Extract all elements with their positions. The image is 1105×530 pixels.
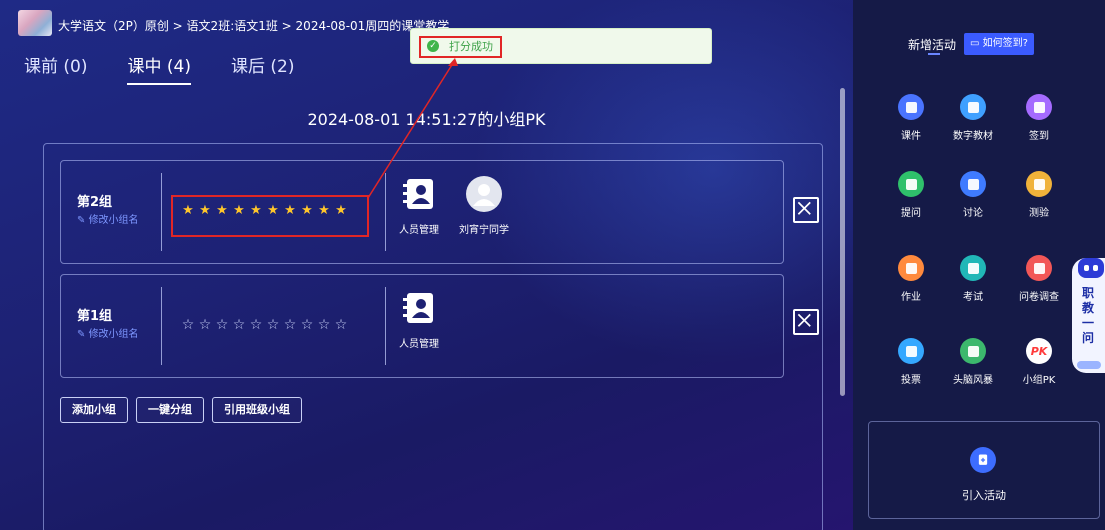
activity-pk[interactable]: PK 小组PK [1013, 338, 1065, 386]
pk-icon: PK [1026, 338, 1052, 364]
activity-label: 头脑风暴 [953, 375, 993, 386]
helper-label: 职教一问 [1082, 286, 1095, 345]
activity-label: 投票 [901, 375, 921, 386]
star-icon[interactable]: ☆ [317, 317, 331, 333]
quiz-icon [1026, 171, 1052, 197]
star-icon[interactable]: ☆ [198, 317, 212, 333]
robot-icon [1078, 258, 1104, 278]
tab-in-class[interactable]: 课中 (4) [127, 52, 192, 85]
group-card-1: 第1组 ✎ 修改小组名 ☆ ☆ ☆ ☆ ☆ ☆ ☆ ☆ ☆ ☆ 人员管理 [60, 274, 784, 378]
activity-discussion[interactable]: 讨论 [947, 171, 999, 219]
star-icon[interactable]: ☆ [300, 317, 314, 333]
highlight-box [171, 195, 369, 237]
activity-label: 测验 [1029, 208, 1049, 219]
rename-group-link[interactable]: ✎ 修改小组名 [77, 211, 139, 226]
star-icon[interactable]: ☆ [283, 317, 297, 333]
breadcrumb: 大学语文（2P）原创 > 语文2班:语文1班 > 2024-08-01周四的课堂… [18, 10, 449, 36]
course-thumbnail [18, 10, 52, 36]
activity-vote[interactable]: 投票 [885, 338, 937, 386]
import-activity-label: 引入活动 [962, 489, 1006, 502]
import-icon [970, 447, 996, 473]
tab-bar: 课前 (0) 课中 (4) 课后 (2) [24, 52, 334, 85]
question-icon [898, 171, 924, 197]
discussion-icon [960, 171, 986, 197]
activity-brainstorm[interactable]: 头脑风暴 [947, 338, 999, 386]
tab-post-class[interactable]: 课后 (2) [231, 52, 294, 77]
star-icon[interactable]: ☆ [334, 317, 348, 333]
group-actions: 添加小组 一键分组 引用班级小组 [60, 397, 302, 423]
activity-label: 小组PK [1022, 375, 1056, 386]
delete-group-button[interactable] [793, 309, 819, 335]
tab-pre-class[interactable]: 课前 (0) [24, 52, 87, 77]
activity-label: 提问 [901, 208, 921, 219]
how-to-checkin-button[interactable]: ▭ 如何签到? [964, 33, 1034, 55]
activity-digital-textbook[interactable]: 数字教材 [947, 94, 999, 142]
member-label: 人员管理 [399, 225, 439, 236]
activity-label: 考试 [963, 292, 983, 303]
star-icon[interactable]: ☆ [215, 317, 229, 333]
activity-label: 作业 [901, 292, 921, 303]
member-management[interactable]: 人员管理 [399, 175, 439, 236]
star-icon[interactable]: ☆ [266, 317, 280, 333]
activity-question[interactable]: 提问 [885, 171, 937, 219]
activity-label: 课件 [901, 131, 921, 142]
divider [161, 287, 162, 365]
add-group-button[interactable]: 添加小组 [60, 397, 128, 423]
star-icon[interactable]: ☆ [249, 317, 263, 333]
pk-title: 2024-08-01 14:51:27的小组PK [307, 110, 546, 129]
ai-helper-widget[interactable]: 职教一问 [1072, 258, 1105, 373]
activity-homework[interactable]: 作业 [885, 255, 937, 303]
activity-quiz[interactable]: 测验 [1013, 171, 1065, 219]
star-rating[interactable]: ☆ ☆ ☆ ☆ ☆ ☆ ☆ ☆ ☆ ☆ [181, 317, 348, 333]
survey-icon [1026, 255, 1052, 281]
scrollbar[interactable] [840, 88, 845, 396]
vote-icon [898, 338, 924, 364]
divider [385, 173, 386, 251]
group-name: 第2组 [77, 195, 113, 210]
member-label: 刘宵宁同学 [459, 225, 509, 236]
group-card-2: 第2组 ✎ 修改小组名 ★ ★ ★ ★ ★ ★ ★ ★ ★ ★ 人员管理 刘宵宁同学 [60, 160, 784, 264]
rename-group-link[interactable]: ✎ 修改小组名 [77, 325, 139, 340]
main-area: 大学语文（2P）原创 > 语文2班:语文1班 > 2024-08-01周四的课堂… [0, 0, 853, 530]
member-management[interactable]: 人员管理 [399, 289, 439, 350]
sidebar-header: 新增活动 ▭ 如何签到? [908, 33, 1034, 55]
checkin-icon [1026, 94, 1052, 120]
delete-group-button[interactable] [793, 197, 819, 223]
avatar-icon [465, 175, 503, 213]
divider [385, 287, 386, 365]
contacts-icon [400, 175, 438, 213]
import-activity-button[interactable]: 引入活动 [868, 421, 1100, 519]
digital-textbook-icon [960, 94, 986, 120]
new-activity-title[interactable]: 新增活动 [908, 36, 956, 53]
star-icon[interactable]: ☆ [181, 317, 195, 333]
member-label: 人员管理 [399, 339, 439, 350]
activity-survey[interactable]: 问卷调查 [1013, 255, 1065, 303]
courseware-icon [898, 94, 924, 120]
activity-courseware[interactable]: 课件 [885, 94, 937, 142]
import-class-group-button[interactable]: 引用班级小组 [212, 397, 302, 423]
exam-icon [960, 255, 986, 281]
member-student[interactable]: 刘宵宁同学 [459, 175, 509, 236]
divider [161, 173, 162, 251]
auto-group-button[interactable]: 一键分组 [136, 397, 204, 423]
activity-label: 数字教材 [953, 131, 993, 142]
star-icon[interactable]: ☆ [232, 317, 246, 333]
activity-label: 签到 [1029, 131, 1049, 142]
contacts-icon [400, 289, 438, 327]
homework-icon [898, 255, 924, 281]
active-indicator [928, 53, 940, 55]
activity-label: 问卷调查 [1019, 292, 1059, 303]
brainstorm-icon [960, 338, 986, 364]
helper-base [1077, 361, 1101, 369]
activity-exam[interactable]: 考试 [947, 255, 999, 303]
breadcrumb-text[interactable]: 大学语文（2P）原创 > 语文2班:语文1班 > 2024-08-01周四的课堂… [58, 17, 449, 34]
activity-label: 讨论 [963, 208, 983, 219]
highlight-box [419, 36, 502, 58]
activity-checkin[interactable]: 签到 [1013, 94, 1065, 142]
group-name: 第1组 [77, 309, 113, 324]
